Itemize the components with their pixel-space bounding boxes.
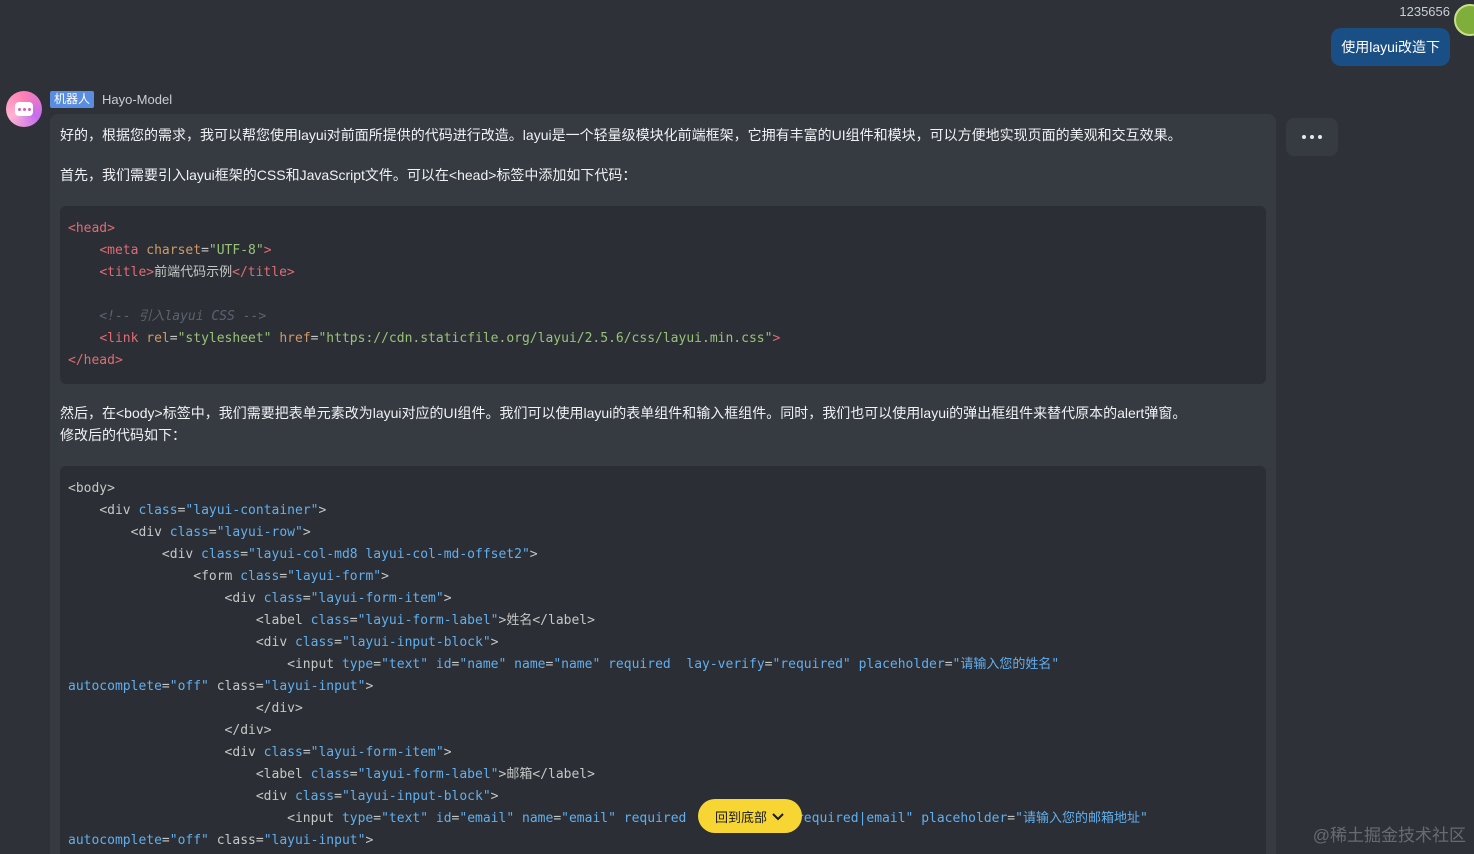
code-line: <div class="layui-form-item"> (224, 591, 452, 606)
watermark: @稀土掘金技术社区 (1312, 826, 1466, 845)
user-name: 1235656 (1399, 4, 1450, 19)
bot-avatar (6, 91, 42, 127)
code-line: <div class="layui-row"> (130, 525, 311, 540)
more-horizontal-icon (1302, 135, 1322, 139)
code-line: <div class="layui-input-block"> (255, 635, 499, 650)
bot-reply-bubble: 好的，根据您的需求，我可以帮您使用layui对前面所提供的代码进行改造。layu… (50, 114, 1276, 854)
code-line: <meta charset="UTF-8"> (99, 243, 272, 258)
code-line: <input type="text" id="email" name="emai… (287, 811, 1148, 826)
user-avatar[interactable] (1454, 4, 1474, 36)
code-line: </div> (255, 701, 303, 716)
code-line: <div class="layui-container"> (99, 503, 327, 518)
code-line: </div> (224, 723, 272, 738)
code-line: <body> (68, 481, 115, 496)
code-line: <label class="layui-form-label">姓名</labe… (255, 613, 595, 628)
code-line: <form class="layui-form"> (193, 569, 389, 584)
code-line: <head> (68, 221, 115, 236)
code-line: <!-- 引入layui CSS --> (68, 309, 267, 324)
chat-bubble-icon (15, 102, 33, 116)
code-line: autocomplete="off" class="layui-input"> (68, 833, 374, 848)
code-line: <link rel="stylesheet" href="https://cdn… (99, 331, 781, 346)
code-line: <input type="text" id="name" name="name"… (287, 657, 1060, 672)
code-line: </head> (68, 353, 123, 368)
reply-paragraph: 好的，根据您的需求，我可以帮您使用layui对前面所提供的代码进行改造。layu… (60, 127, 1182, 143)
scroll-to-bottom-button[interactable]: 回到底部 (698, 799, 802, 833)
reply-paragraph: 修改后的代码如下： (60, 427, 186, 443)
bot-tag-badge: 机器人 (50, 91, 95, 108)
more-options-button[interactable] (1286, 118, 1338, 156)
reply-paragraph: 首先，我们需要引入layui框架的CSS和JavaScript文件。可以在<he… (60, 167, 637, 183)
code-block-head: <head> <meta charset="UTF-8"> <title>前端代… (60, 206, 1266, 384)
scroll-to-bottom-label: 回到底部 (714, 809, 767, 825)
code-line: autocomplete="off" class="layui-input"> (68, 679, 374, 694)
code-line: <div class="layui-col-md8 layui-col-md-o… (161, 547, 538, 562)
bot-name: Hayo-Model (102, 92, 173, 107)
code-line: <div class="layui-form-item"> (224, 745, 452, 760)
code-line: <title>前端代码示例</title> (99, 265, 295, 280)
code-block-body: <body> <div class="layui-container"> <di… (60, 466, 1266, 854)
chevron-down-icon (772, 813, 784, 821)
code-line: <label class="layui-form-label">邮箱</labe… (255, 767, 595, 782)
user-message-bubble: 使用layui改造下 (1331, 28, 1450, 66)
code-line: <div class="layui-input-block"> (255, 789, 499, 804)
reply-paragraph: 然后，在<body>标签中，我们需要把表单元素改为layui对应的UI组件。我们… (60, 405, 1187, 421)
chat-view: 1235656 使用layui改造下 机器人 Hayo-Model 好的，根据您… (0, 0, 1474, 854)
